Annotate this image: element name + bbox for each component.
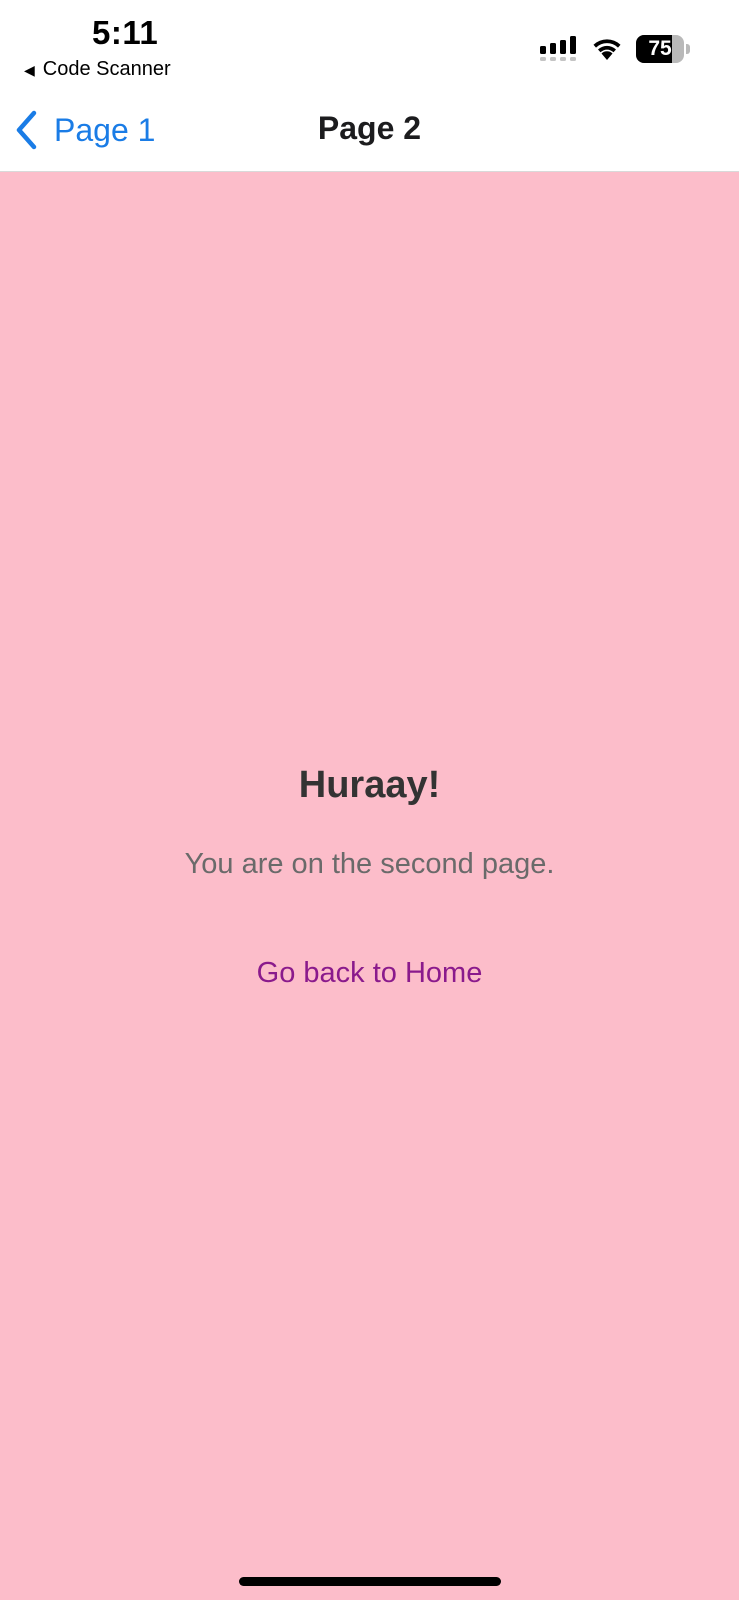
home-indicator[interactable] bbox=[239, 1577, 501, 1586]
page-title: Page 2 bbox=[317, 110, 422, 146]
battery-cap bbox=[686, 44, 690, 54]
navigation-bar: Page 1 Page 2 bbox=[0, 92, 739, 172]
battery-body: 75 bbox=[636, 35, 684, 63]
back-to-app-button[interactable]: ◀ Code Scanner bbox=[24, 58, 171, 81]
battery-percent: 75 bbox=[648, 37, 672, 60]
back-triangle-icon: ◀ bbox=[24, 61, 35, 78]
page-content: Huraay! You are on the second page. Go b… bbox=[0, 172, 739, 1600]
go-home-link[interactable]: Go back to Home bbox=[0, 957, 739, 990]
success-heading: Huraay! bbox=[298, 764, 441, 806]
cellular-signal-icon bbox=[540, 36, 576, 61]
wifi-icon bbox=[593, 39, 621, 60]
page-subtitle: You are on the second page. bbox=[184, 848, 555, 880]
status-bar: 5:11 ◀ Code Scanner 75 bbox=[0, 0, 739, 92]
status-time: 5:11 bbox=[92, 14, 159, 51]
back-to-app-label: Code Scanner bbox=[42, 58, 171, 80]
battery-indicator: 75 bbox=[636, 35, 690, 63]
